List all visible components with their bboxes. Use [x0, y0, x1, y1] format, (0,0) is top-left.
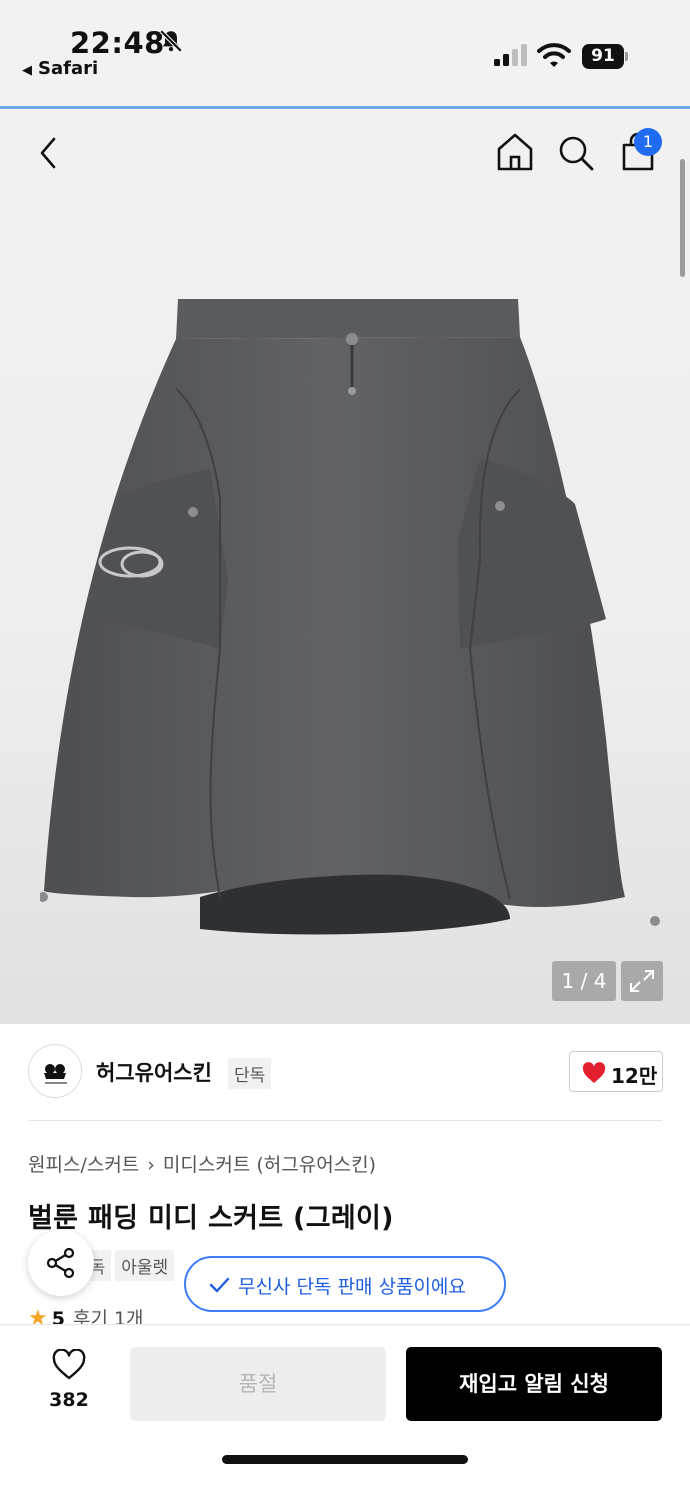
status-bar: 22:48 ◀ Safari 91: [0, 0, 690, 106]
heart-outline-icon: [52, 1348, 86, 1380]
home-icon[interactable]: [494, 131, 536, 173]
brand-row[interactable]: 허그유어스킨 단독 12만: [28, 1044, 663, 1100]
heart-icon: [582, 1062, 606, 1083]
status-time: 22:48: [70, 26, 165, 60]
check-icon: [209, 1277, 230, 1293]
home-indicator[interactable]: [222, 1455, 468, 1464]
exclusive-tag: 단독: [228, 1058, 272, 1089]
back-chevron-icon[interactable]: [34, 135, 64, 171]
tag-outlet: 아울렛: [115, 1250, 175, 1281]
wishlist-count: 382: [49, 1389, 89, 1411]
brand-like-button[interactable]: 12만: [569, 1051, 663, 1092]
signal-icon: [494, 44, 527, 66]
scrollbar[interactable]: [680, 159, 685, 277]
share-icon: [46, 1247, 75, 1279]
product-image: [40, 299, 660, 935]
product-title: 벌룬 패딩 미디 스커트 (그레이): [28, 1203, 394, 1234]
brand-name[interactable]: 허그유어스킨: [96, 1057, 212, 1087]
breadcrumb: 원피스/스커트 › 미디스커트 (허그유어스킨): [28, 1150, 376, 1177]
gallery-pager: 1 / 4: [552, 961, 616, 1001]
cart-count-badge: 1: [634, 128, 662, 156]
battery-icon: 91: [582, 44, 628, 69]
battery-level: 91: [582, 44, 624, 69]
brand-like-count: 12만: [611, 1064, 658, 1088]
back-app-label: Safari: [38, 58, 99, 79]
share-button[interactable]: [28, 1230, 94, 1296]
chevron-right-icon: ›: [147, 1154, 155, 1176]
search-icon[interactable]: [556, 133, 596, 173]
restock-alert-button[interactable]: 재입고 알림 신청: [406, 1347, 662, 1421]
breadcrumb-subcategory[interactable]: 미디스커트 (허그유어스킨): [163, 1154, 376, 1176]
back-to-safari[interactable]: ◀ Safari: [22, 58, 98, 79]
soldout-button[interactable]: 품절: [130, 1347, 386, 1421]
wifi-icon: [537, 43, 571, 67]
product-gallery[interactable]: 1 1 / 4: [0, 109, 690, 1024]
notice-text: 무신사 단독 판매 상품이에요: [238, 1276, 466, 1298]
divider: [28, 1120, 662, 1121]
bottom-action-bar: 382 품절 재입고 알림 신청: [0, 1324, 690, 1500]
bell-slash-icon: [159, 29, 183, 53]
breadcrumb-category[interactable]: 원피스/스커트: [28, 1154, 139, 1176]
expand-icon[interactable]: [621, 961, 663, 1001]
brand-logo[interactable]: [28, 1044, 82, 1098]
exclusive-notice-tooltip: 무신사 단독 판매 상품이에요: [184, 1256, 506, 1312]
wishlist-button[interactable]: 382: [40, 1348, 98, 1419]
